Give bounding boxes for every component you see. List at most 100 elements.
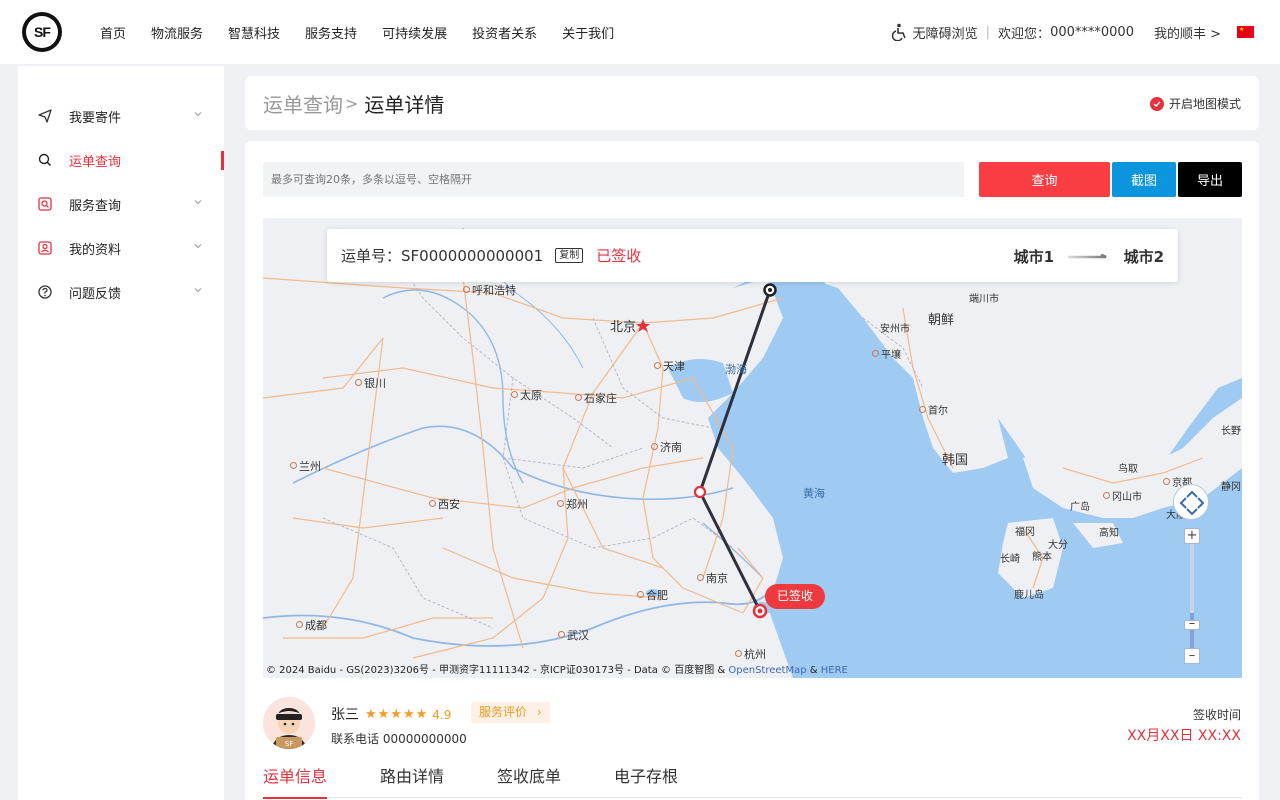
breadcrumb: 运单查询 > 运单详情 开启地图模式 — [245, 76, 1259, 130]
sidebar-item-tracking[interactable]: 运单查询 — [18, 138, 224, 182]
nav-support[interactable]: 服务支持 — [305, 23, 357, 42]
question-icon — [38, 285, 52, 299]
user-account[interactable]: 000****0000 — [1050, 25, 1134, 40]
rating-stars: ★ ★ ★ ★ ★ 4.9 — [365, 707, 451, 722]
nav-sustainability[interactable]: 可持续发展 — [382, 23, 447, 42]
map-label: 北京 — [610, 320, 637, 335]
screenshot-button[interactable]: 截图 — [1112, 162, 1176, 197]
sidebar-item-service[interactable]: 服务查询 — [18, 182, 224, 226]
logo-text: SF — [26, 16, 58, 48]
map-label: 石家庄 — [575, 390, 617, 406]
map-label: 合肥 — [637, 587, 668, 603]
credit-text: © 2024 Baidu - GS(2023)3206号 - 甲测资字11111… — [266, 665, 726, 676]
chevron-down-icon — [194, 200, 202, 205]
rate-service-button[interactable]: 服务评价 › — [471, 702, 550, 723]
map-label: 渤海 — [725, 363, 747, 376]
map-background — [263, 218, 1242, 678]
arrow-right-icon — [1068, 254, 1107, 259]
rating-value: 4.9 — [432, 707, 452, 722]
chevron-down-icon — [194, 112, 202, 117]
map-label: 首尔 — [919, 402, 948, 417]
origin-city: 城市1 — [1013, 248, 1054, 266]
map-label: 济南 — [651, 439, 682, 455]
accessibility-link[interactable]: 无障碍浏览 — [913, 23, 978, 42]
map-label: 兰州 — [290, 458, 321, 474]
sidebar-item-label: 运单查询 — [69, 154, 122, 170]
map-mode-label: 开启地图模式 — [1168, 97, 1241, 111]
service-icon — [38, 197, 52, 211]
waybill-info-card: 运单号：SF0000000000001 复制 已签收 城市1 城市2 — [327, 229, 1178, 282]
zoom-out-button[interactable]: – — [1184, 648, 1200, 664]
map-label: 长崎 — [1000, 554, 1020, 565]
tab-e-stub[interactable]: 电子存根 — [614, 763, 678, 798]
query-button[interactable]: 查询 — [979, 162, 1110, 197]
header-right: 无障碍浏览 | 欢迎您： 000****0000 我的顺丰 > — [891, 0, 1254, 64]
top-header: SF 首页 物流服务 智慧科技 服务支持 可持续发展 投资者关系 关于我们 无障… — [0, 0, 1280, 64]
sign-time-value: XX月XX日 XX:XX — [1127, 728, 1241, 744]
tab-route-details[interactable]: 路由详情 — [380, 763, 444, 798]
osm-link[interactable]: OpenStreetMap — [728, 665, 806, 676]
nav-logistics[interactable]: 物流服务 — [151, 23, 203, 42]
destination-city: 城市2 — [1123, 248, 1164, 266]
map-label: 端川市 — [969, 294, 999, 305]
nav-home[interactable]: 首页 — [100, 23, 126, 42]
search-input[interactable] — [263, 162, 964, 197]
zoom-slider[interactable] — [1185, 528, 1199, 668]
map-label: 鸟取 — [1118, 464, 1138, 475]
accessibility-icon[interactable] — [891, 23, 909, 41]
breadcrumb-tracking[interactable]: 运单查询 — [263, 89, 343, 118]
map-label: 高知 — [1099, 528, 1119, 539]
sf-logo[interactable]: SF — [22, 12, 62, 52]
map-pan-control[interactable] — [1173, 484, 1209, 520]
map-label: 福冈 — [1015, 527, 1035, 538]
export-button[interactable]: 导出 — [1178, 162, 1242, 197]
search-icon — [38, 153, 52, 167]
nav-about[interactable]: 关于我们 — [562, 23, 614, 42]
svg-text:SF: SF — [285, 740, 293, 748]
send-icon — [38, 109, 52, 123]
welcome-text: 欢迎您： — [998, 26, 1051, 42]
courier-phone: 联系电话 00000000000 — [331, 732, 467, 746]
map-label: 熊本 — [1032, 552, 1052, 563]
map-mode-toggle[interactable]: 开启地图模式 — [1149, 95, 1241, 112]
my-sf-link[interactable]: 我的顺丰 > — [1154, 23, 1221, 42]
chevron-down-icon — [194, 288, 202, 293]
tab-signed-receipt[interactable]: 签收底单 — [497, 763, 561, 798]
sidebar-item-profile[interactable]: 我的资料 — [18, 226, 224, 270]
star-icon: ★ — [377, 707, 390, 722]
map-label: 平壤 — [872, 346, 901, 361]
map-label: 郑州 — [557, 496, 588, 512]
nav-tech[interactable]: 智慧科技 — [228, 23, 280, 42]
map-label: 呼和浩特 — [463, 282, 516, 298]
route-map[interactable]: 呼和浩特 北京 天津 渤海 银川 太原 石家庄 济南 兰州 西安 郑州 黄海 南… — [263, 218, 1242, 678]
sidebar-item-label: 问题反馈 — [69, 286, 122, 302]
rate-service-label: 服务评价 — [479, 705, 528, 719]
zoom-in-button[interactable]: + — [1184, 528, 1200, 544]
china-flag-icon[interactable] — [1237, 26, 1254, 38]
sign-time-label: 签收时间 — [1192, 708, 1241, 722]
map-label: 银川 — [355, 375, 386, 391]
map-attribution: © 2024 Baidu - GS(2023)3206号 - 甲测资字11111… — [266, 661, 848, 676]
map-label: 韩国 — [942, 453, 969, 468]
signed-marker-label: 已签收 — [765, 584, 826, 609]
map-label: 太原 — [511, 387, 542, 403]
map-label: 静冈 — [1221, 482, 1241, 493]
star-icon: ★ — [415, 707, 428, 722]
zoom-level-handle[interactable]: – — [1184, 617, 1200, 630]
page-title: 运单详情 — [364, 92, 445, 117]
divider: | — [985, 24, 991, 40]
copy-button[interactable]: 复制 — [555, 248, 584, 263]
map-label: 黄海 — [803, 487, 825, 500]
main-card: 查询 截图 导出 — [245, 141, 1259, 800]
tab-waybill-info[interactable]: 运单信息 — [263, 763, 328, 799]
sidebar-item-feedback[interactable]: 问题反馈 — [18, 270, 224, 314]
sidebar-item-send[interactable]: 我要寄件 — [18, 94, 224, 138]
map-label: 长野 — [1221, 426, 1241, 437]
credit-amp: & — [809, 665, 818, 676]
here-link[interactable]: HERE — [821, 665, 848, 676]
sidebar: 我要寄件 运单查询 服务查询 我的资料 问题反馈 — [18, 66, 224, 800]
map-label: 安州市 — [880, 324, 910, 335]
courier-name: 张三 — [331, 707, 359, 723]
waybill-number: 运单号：SF0000000000001 — [341, 247, 544, 265]
nav-investor[interactable]: 投资者关系 — [472, 23, 537, 42]
